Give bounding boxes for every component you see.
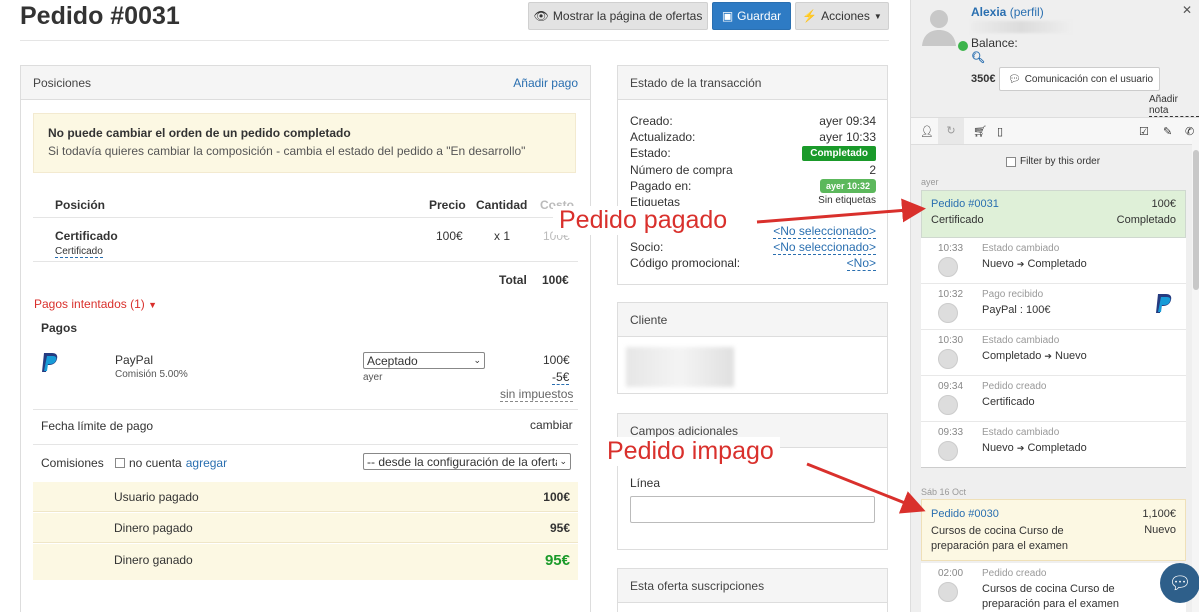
- arrow-to-unpaid-order: [806, 462, 926, 514]
- arrow-to-paid-order: [756, 198, 926, 224]
- annotation-arrows: [756, 198, 926, 514]
